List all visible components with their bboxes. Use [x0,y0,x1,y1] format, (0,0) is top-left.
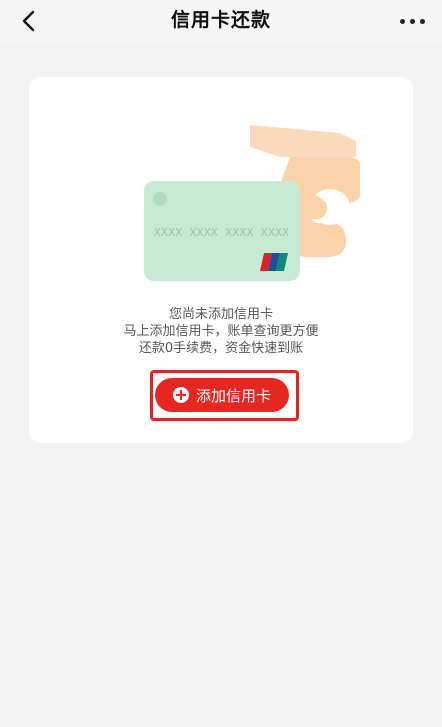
empty-state-line-3: 还款0手续费，资金快速到账 [138,341,304,356]
empty-state-line-1: 您尚未添加信用卡 [168,307,273,322]
add-credit-card-label: 添加信用卡 [195,386,271,405]
more-horizontal-icon [399,18,425,24]
add-credit-card-button[interactable]: 添加信用卡 [155,378,289,412]
card-brand-logo [260,253,288,271]
empty-state-line-2: 马上添加信用卡，账单查询更方便 [123,324,319,339]
app-screen: 信用卡还款 XXXX XXXX XXXX XXXX 您尚未添加信用卡 马上添加信… [0,0,442,727]
plus-circle-icon [172,387,189,403]
top-nav-bar: 信用卡还款 [0,0,442,44]
page-title: 信用卡还款 [170,9,271,31]
empty-state-message: 您尚未添加信用卡 马上添加信用卡，账单查询更方便 还款0手续费，资金快速到账 [29,306,413,357]
credit-card-illustration: XXXX XXXX XXXX XXXX [144,125,360,281]
card-number-mask: XXXX XXXX XXXX XXXX [154,226,289,239]
empty-state-card: XXXX XXXX XXXX XXXX 您尚未添加信用卡 马上添加信用卡，账单查… [29,77,413,443]
more-button[interactable] [394,8,430,34]
